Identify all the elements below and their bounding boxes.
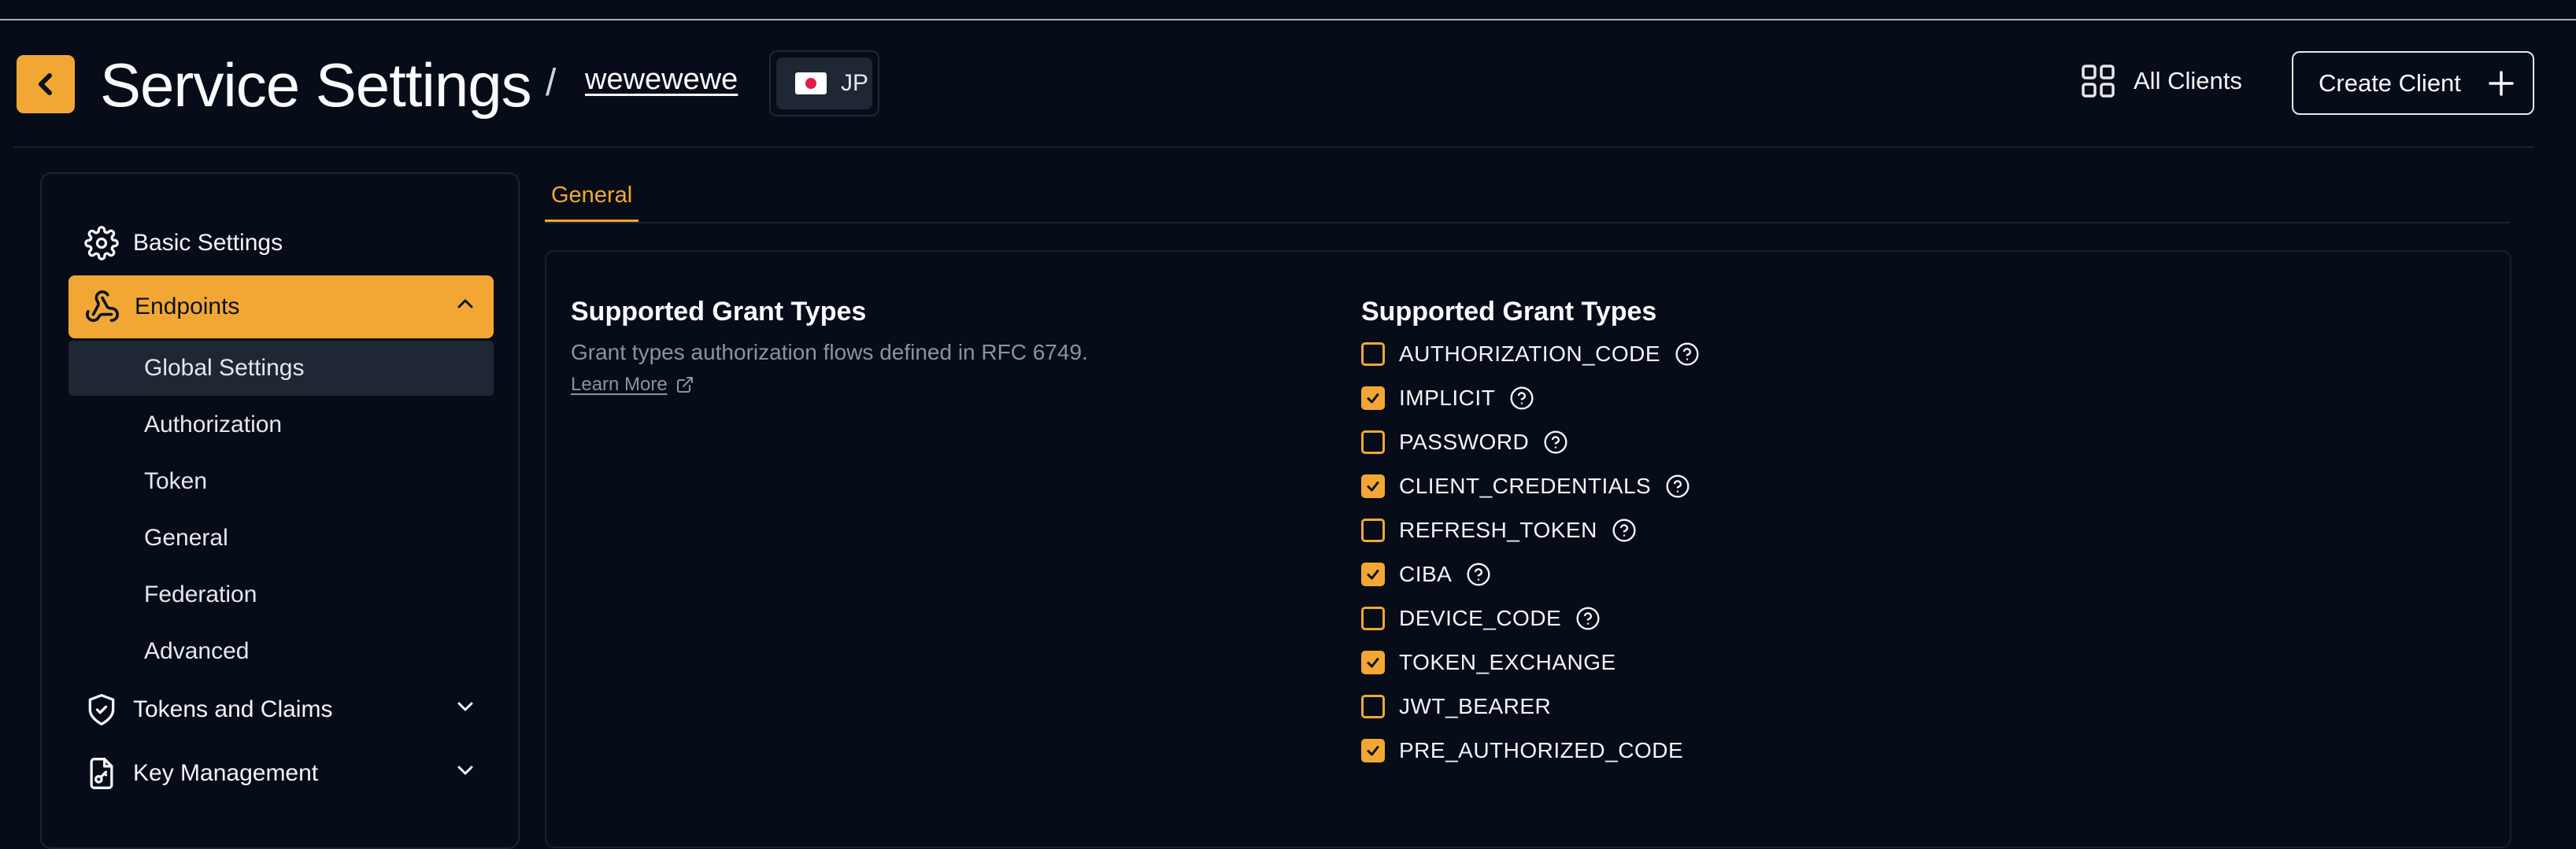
grant-type-row[interactable]: DEVICE_CODE: [1361, 603, 1601, 634]
grant-type-label: TOKEN_EXCHANGE: [1399, 650, 1616, 674]
grant-type-checkbox[interactable]: [1361, 386, 1385, 410]
grant-type-row[interactable]: CIBA: [1361, 559, 1491, 590]
checkmark-icon: [1367, 658, 1379, 668]
grant-type-label: JWT_BEARER: [1399, 694, 1552, 718]
language-button[interactable]: JP: [776, 57, 872, 109]
language-selector[interactable]: JP: [769, 50, 879, 116]
grid-icon: [2082, 65, 2115, 98]
sidebar-subitem-general[interactable]: General: [68, 511, 494, 566]
gear-icon: [84, 226, 119, 260]
sidebar-item-endpoints[interactable]: Endpoints: [68, 275, 494, 338]
create-client-button[interactable]: Create Client: [2292, 51, 2534, 115]
sidebar-subitem-authorization[interactable]: Authorization: [68, 397, 494, 452]
grant-type-row[interactable]: AUTHORIZATION_CODE: [1361, 338, 1700, 370]
grant-type-row[interactable]: JWT_BEARER: [1361, 691, 1551, 722]
back-button[interactable]: [17, 55, 75, 113]
sidebar-item-label: Key Management: [133, 760, 319, 786]
chevron-down-icon[interactable]: [456, 700, 475, 713]
sidebar-item-label: Endpoints: [135, 293, 240, 319]
page-header: Service Settings / wewewewe JP All Clien…: [0, 41, 2576, 126]
grant-type-row[interactable]: TOKEN_EXCHANGE: [1361, 647, 1616, 678]
grant-type-checkbox[interactable]: [1361, 474, 1385, 498]
chevron-down-icon[interactable]: [456, 764, 475, 777]
tab-general[interactable]: General: [545, 183, 639, 222]
learn-more-label: Learn More: [571, 374, 668, 395]
checkmark-icon: [1367, 482, 1379, 492]
chevron-up-icon[interactable]: [456, 297, 475, 310]
help-circle-icon[interactable]: [1543, 430, 1568, 455]
grant-type-checkbox[interactable]: [1361, 519, 1385, 542]
grant-type-label: REFRESH_TOKEN: [1399, 518, 1597, 542]
sidebar-subitem-token[interactable]: Token: [68, 454, 494, 509]
help-circle-icon[interactable]: [1575, 606, 1601, 631]
settings-sidebar: Basic Settings Endpoints Global Settings…: [40, 172, 520, 849]
sidebar-subitem-advanced[interactable]: Advanced: [68, 624, 494, 679]
create-client-label: Create Client: [2319, 68, 2461, 97]
page-title: Service Settings: [100, 50, 532, 120]
grant-type-row[interactable]: PRE_AUTHORIZED_CODE: [1361, 735, 1683, 766]
grant-type-checkbox[interactable]: [1361, 651, 1385, 674]
grant-type-row[interactable]: PASSWORD: [1361, 426, 1568, 458]
grant-list-title: Supported Grant Types: [1361, 297, 1657, 327]
breadcrumb-service-link[interactable]: wewewewe: [585, 63, 738, 97]
all-clients-link[interactable]: All Clients: [2082, 65, 2242, 98]
external-link-icon: [676, 377, 693, 393]
help-circle-icon[interactable]: [1466, 562, 1491, 587]
chevron-left-icon: [39, 73, 52, 95]
checkmark-icon: [1367, 746, 1379, 756]
grant-type-row[interactable]: REFRESH_TOKEN: [1361, 515, 1637, 546]
sidebar-subitem-global-settings[interactable]: Global Settings: [68, 341, 494, 396]
shield-check-icon: [88, 694, 115, 725]
sidebar-item-label: Basic Settings: [133, 230, 283, 256]
tab-divider: [545, 222, 2510, 223]
sidebar-item-basic-settings[interactable]: Basic Settings: [68, 212, 494, 275]
help-circle-icon[interactable]: [1612, 518, 1637, 543]
grant-type-label: PASSWORD: [1399, 430, 1530, 454]
learn-more-link[interactable]: Learn More: [571, 374, 694, 396]
sidebar-item-tokens-and-claims[interactable]: Tokens and Claims: [68, 678, 494, 741]
header-divider: [14, 146, 2533, 148]
webhook-icon: [86, 290, 119, 323]
grant-type-row[interactable]: CLIENT_CREDENTIALS: [1361, 471, 1690, 502]
grant-type-checkbox[interactable]: [1361, 607, 1385, 630]
sidebar-item-key-management[interactable]: Key Management: [68, 742, 494, 805]
language-label: JP: [841, 70, 869, 96]
checkmark-icon: [1367, 393, 1379, 404]
sidebar-subitem-federation[interactable]: Federation: [68, 567, 494, 622]
japan-flag-icon: [795, 72, 827, 94]
all-clients-label: All Clients: [2134, 67, 2242, 94]
grant-type-label: CLIENT_CREDENTIALS: [1399, 474, 1652, 498]
grant-type-label: CIBA: [1399, 562, 1453, 586]
grant-type-label: DEVICE_CODE: [1399, 606, 1562, 630]
top-border: [0, 19, 2576, 20]
grant-type-checkbox[interactable]: [1361, 342, 1385, 366]
help-circle-icon[interactable]: [1509, 386, 1534, 411]
grant-type-label: IMPLICIT: [1399, 386, 1496, 410]
sidebar-item-label: Tokens and Claims: [133, 696, 333, 722]
help-circle-icon[interactable]: [1665, 474, 1690, 499]
grant-type-checkbox[interactable]: [1361, 739, 1385, 762]
grant-type-checkbox[interactable]: [1361, 430, 1385, 454]
grant-type-label: PRE_AUTHORIZED_CODE: [1399, 738, 1684, 762]
grant-type-checkbox[interactable]: [1361, 695, 1385, 718]
grant-type-checkbox[interactable]: [1361, 563, 1385, 586]
breadcrumb-separator: /: [546, 62, 557, 104]
section-title: Supported Grant Types: [571, 297, 867, 327]
plus-icon: [2489, 70, 2514, 96]
file-key-icon: [90, 758, 113, 789]
checkmark-icon: [1367, 570, 1379, 580]
help-circle-icon[interactable]: [1675, 341, 1700, 367]
grant-type-row[interactable]: IMPLICIT: [1361, 382, 1534, 414]
section-description: Grant types authorization flows defined …: [571, 340, 1088, 364]
grant-type-label: AUTHORIZATION_CODE: [1399, 341, 1661, 366]
